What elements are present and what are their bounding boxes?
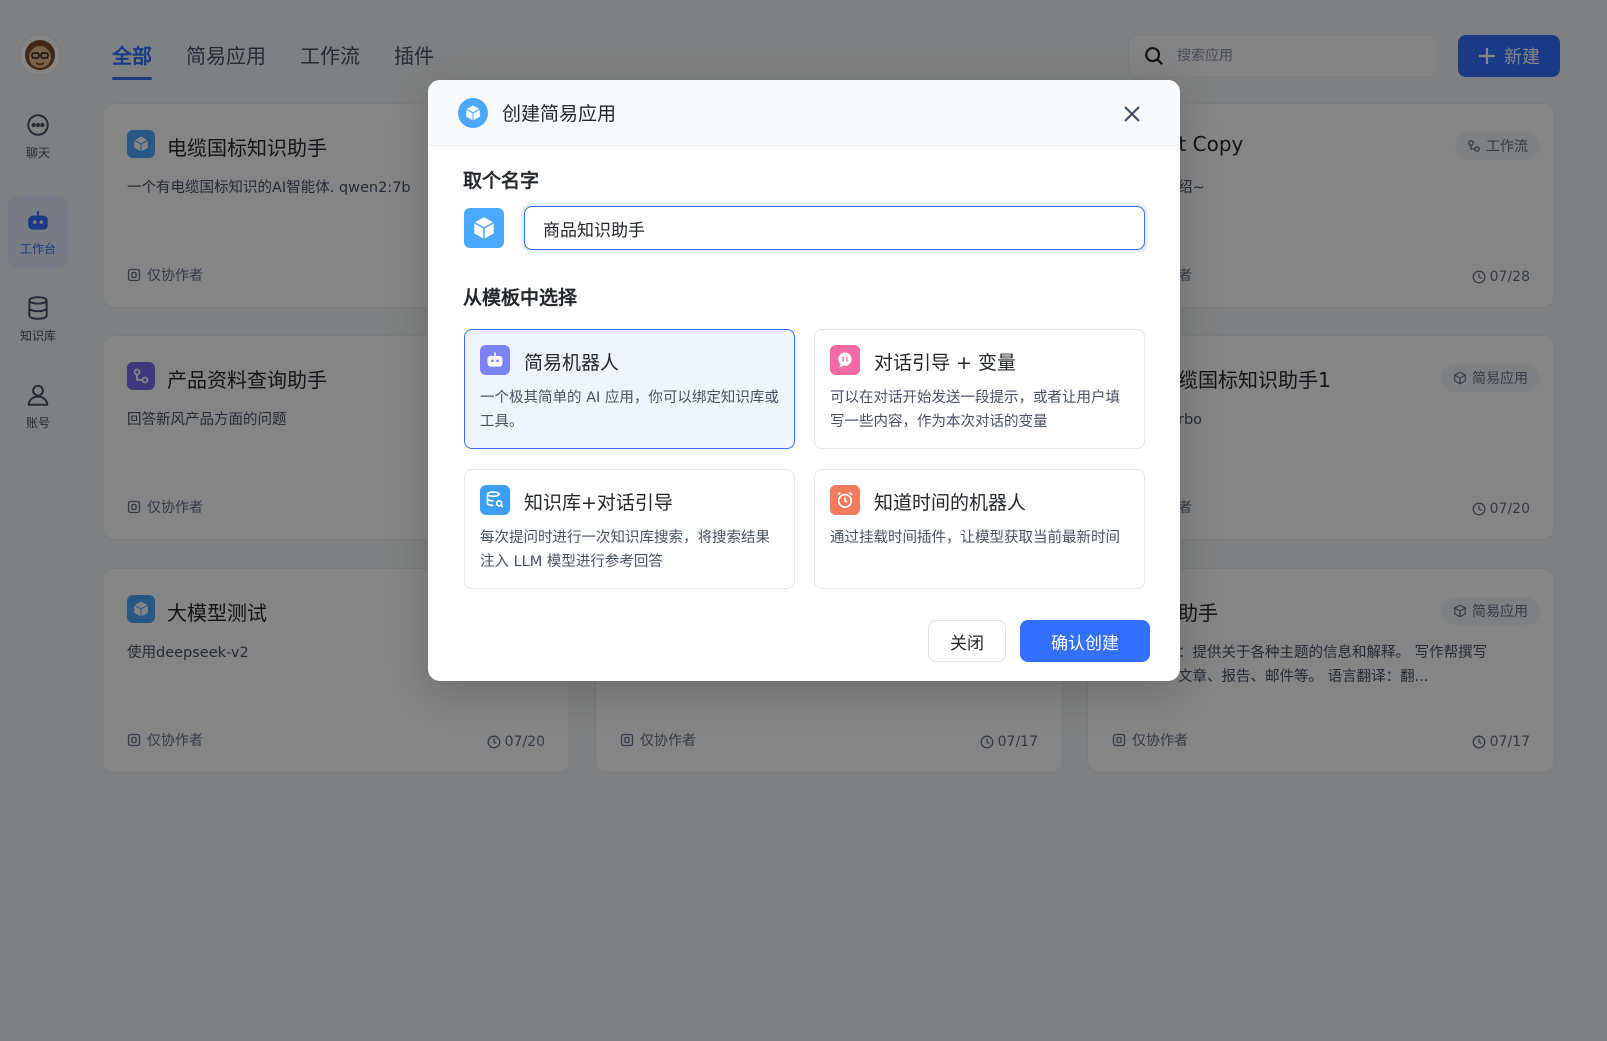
app-name-input[interactable] <box>524 206 1145 250</box>
database-search-icon <box>480 485 510 515</box>
template-card-guide-variables[interactable]: 对话引导 + 变量 可以在对话开始发送一段提示，或者让用户填写一些内容，作为本次… <box>814 329 1145 449</box>
template-description: 一个极其简单的 AI 应用，你可以绑定知识库或工具。 <box>480 390 779 430</box>
template-card-kb-guide[interactable]: 知识库+对话引导 每次提问时进行一次知识库搜索，将搜索结果注入 LLM 模型进行… <box>464 469 795 589</box>
template-description: 可以在对话开始发送一段提示，或者让用户填写一些内容，作为本次对话的变量 <box>830 390 1120 430</box>
chat-bubble-icon <box>830 345 860 375</box>
close-icon[interactable] <box>1120 102 1144 126</box>
modal-title: 创建简易应用 <box>502 103 617 125</box>
confirm-create-button[interactable]: 确认创建 <box>1020 620 1150 662</box>
template-title: 知道时间的机器人 <box>874 492 1027 514</box>
template-card-simple-bot[interactable]: 简易机器人 一个极其简单的 AI 应用，你可以绑定知识库或工具。 <box>464 329 795 449</box>
template-description: 每次提问时进行一次知识库搜索，将搜索结果注入 LLM 模型进行参考回答 <box>480 530 770 570</box>
template-title: 知识库+对话引导 <box>524 492 673 514</box>
alarm-clock-icon <box>830 485 860 515</box>
robot-icon <box>480 345 510 375</box>
modal-header: 创建简易应用 <box>428 80 1180 146</box>
cube-icon <box>473 217 495 239</box>
template-section-label: 从模板中选择 <box>463 287 578 309</box>
create-app-modal: 创建简易应用 取个名字 从模板中选择 简易机器人 一个极其简单的 AI 应用，你… <box>428 80 1180 681</box>
template-description: 通过挂载时间插件，让模型获取当前最新时间 <box>830 530 1120 546</box>
template-title: 对话引导 + 变量 <box>874 352 1016 374</box>
template-title: 简易机器人 <box>524 352 620 374</box>
cube-icon <box>458 97 488 128</box>
template-card-time-bot[interactable]: 知道时间的机器人 通过挂载时间插件，让模型获取当前最新时间 <box>814 469 1145 589</box>
name-section-label: 取个名字 <box>463 170 540 192</box>
cancel-button[interactable]: 关闭 <box>928 620 1006 662</box>
app-avatar-picker[interactable] <box>464 208 504 248</box>
